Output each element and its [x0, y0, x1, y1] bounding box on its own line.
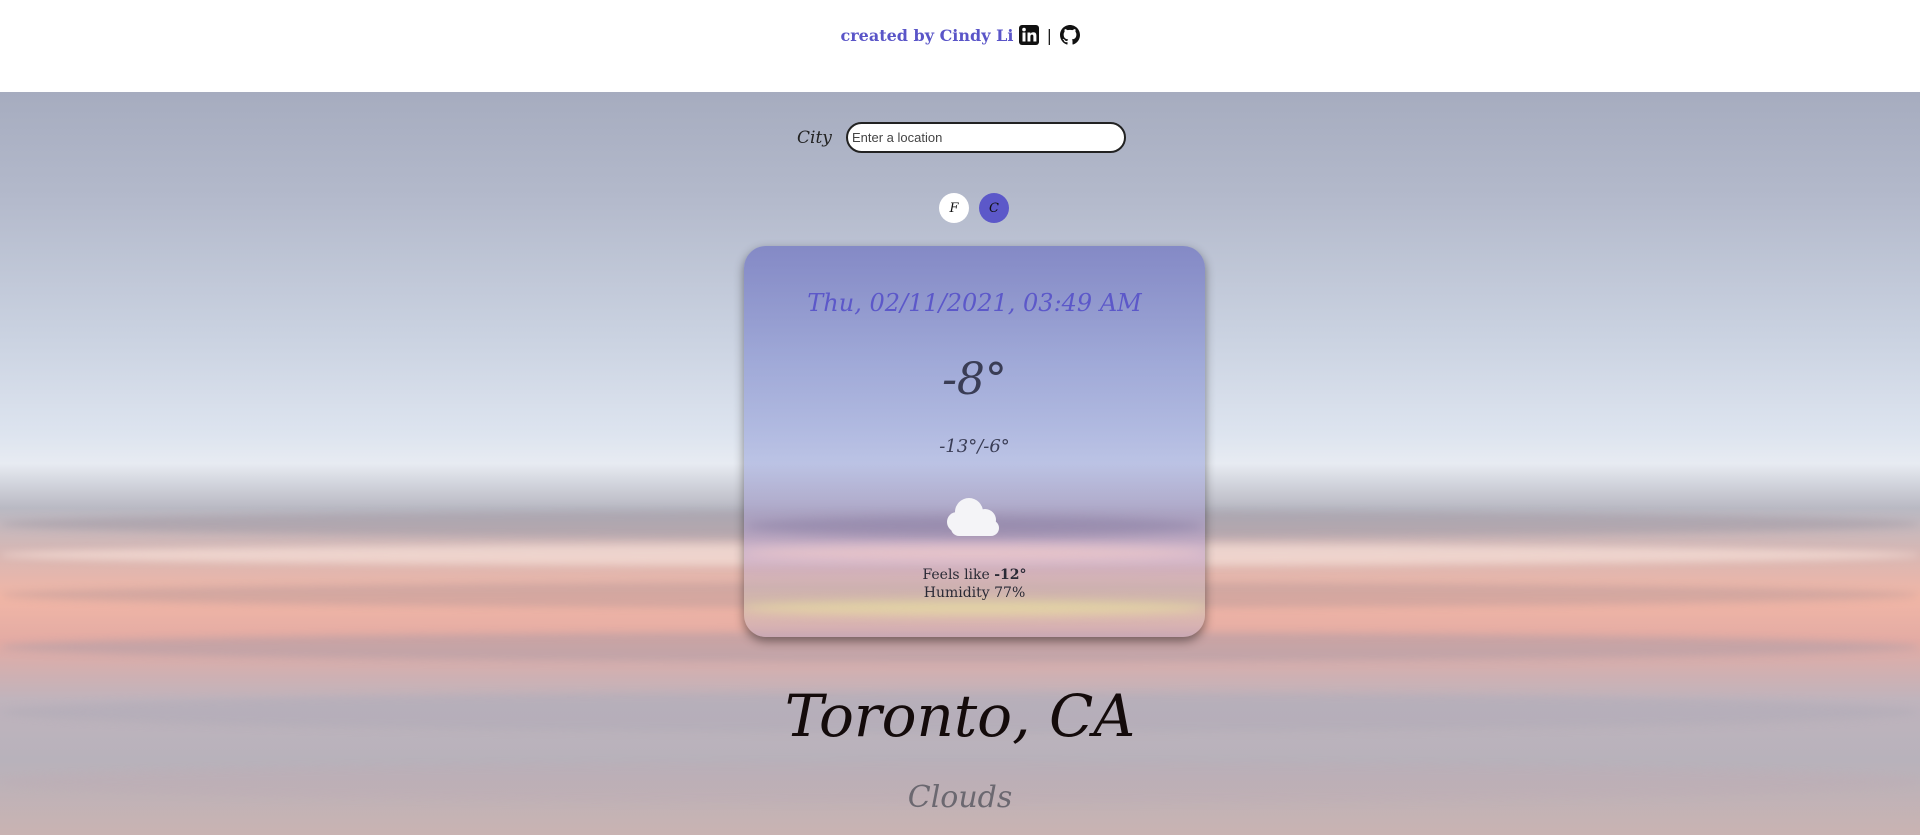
weather-details: Feels like -12° Humidity 77%: [744, 566, 1205, 602]
city-label: City: [797, 128, 832, 148]
cloud-icon: [943, 494, 1007, 538]
linkedin-icon[interactable]: [1018, 25, 1045, 45]
cloud-streak: [744, 601, 1205, 615]
fahrenheit-toggle-button[interactable]: F: [939, 193, 969, 223]
low-high-temperature: -13°/-6°: [939, 436, 1010, 457]
weather-card: Thu, 02/11/2021, 03:49 AM -8° -13°/-6° F…: [744, 246, 1205, 637]
separator: |: [1046, 26, 1052, 45]
credit-line: created by Cindy Li |: [0, 25, 1920, 45]
feels-like-label: Feels like: [922, 567, 990, 583]
feels-like-row: Feels like -12°: [744, 566, 1205, 584]
humidity-row: Humidity 77%: [744, 584, 1205, 602]
datetime-text: Thu, 02/11/2021, 03:49 AM: [807, 289, 1142, 317]
location-title: Toronto, CA: [784, 682, 1136, 750]
humidity-label: Humidity: [923, 585, 990, 601]
author-link[interactable]: created by Cindy Li: [840, 26, 1013, 45]
city-search-row: City: [0, 122, 1920, 156]
top-bar: created by Cindy Li |: [0, 0, 1920, 92]
current-temperature: -8°: [942, 354, 1007, 405]
city-search-input[interactable]: [846, 122, 1126, 153]
humidity-value: 77%: [994, 585, 1026, 601]
weather-condition: Clouds: [907, 780, 1013, 815]
sky-background: City F C Thu, 02/11/2021, 03:49 AM -8° -…: [0, 92, 1920, 835]
celsius-toggle-button[interactable]: C: [979, 193, 1009, 223]
github-icon[interactable]: [1059, 25, 1080, 45]
cloud-streak: [744, 546, 1205, 560]
feels-like-value: -12°: [994, 567, 1027, 583]
